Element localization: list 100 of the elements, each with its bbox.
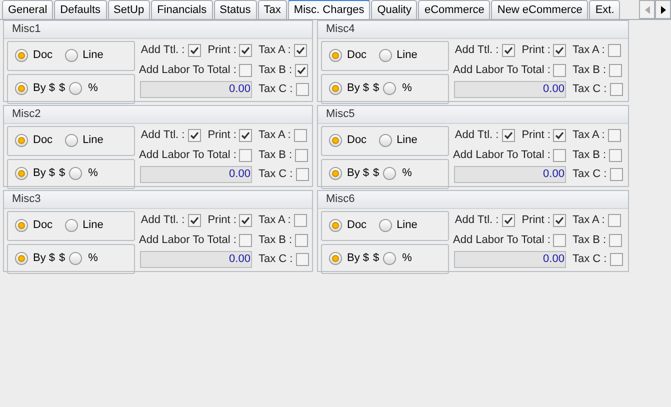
radio-label: % bbox=[88, 166, 98, 182]
checkbox[interactable] bbox=[239, 214, 252, 227]
panel-title: Misc2 bbox=[12, 107, 41, 122]
checkbox[interactable] bbox=[610, 83, 623, 96]
radio-label: By $ bbox=[347, 251, 370, 266]
radio-button[interactable] bbox=[15, 49, 28, 62]
radio-label: Doc bbox=[33, 48, 53, 64]
checkbox[interactable] bbox=[239, 64, 252, 76]
tab[interactable]: Quality bbox=[371, 0, 418, 19]
checkbox[interactable] bbox=[608, 214, 621, 227]
checkbox[interactable] bbox=[608, 44, 621, 57]
amount-field[interactable]: 0.00 bbox=[454, 81, 566, 98]
radio-button[interactable] bbox=[64, 134, 78, 147]
checkbox[interactable] bbox=[239, 148, 252, 162]
checkbox[interactable] bbox=[239, 234, 252, 246]
radio-button[interactable] bbox=[69, 167, 82, 180]
tab[interactable]: Defaults bbox=[54, 0, 106, 19]
checkbox[interactable] bbox=[502, 214, 515, 227]
checkbox[interactable] bbox=[609, 234, 622, 246]
amount-field[interactable]: 0.00 bbox=[140, 166, 252, 183]
radio-button[interactable] bbox=[15, 252, 28, 265]
checkbox[interactable] bbox=[553, 129, 566, 142]
amount-field[interactable]: 0.00 bbox=[140, 251, 252, 268]
tab[interactable]: Ext. bbox=[589, 0, 620, 19]
checkbox[interactable] bbox=[294, 214, 307, 227]
tax-label: Tax C : bbox=[258, 82, 293, 98]
radio-button[interactable] bbox=[15, 82, 28, 95]
checkbox[interactable] bbox=[608, 129, 621, 142]
radio-button[interactable] bbox=[15, 134, 28, 147]
tab[interactable]: Misc. Charges bbox=[288, 0, 370, 19]
print-label: Print : bbox=[522, 128, 550, 144]
checkbox[interactable] bbox=[296, 253, 309, 266]
scroll-right-button[interactable] bbox=[655, 0, 671, 19]
tab[interactable]: General bbox=[2, 0, 54, 19]
tab[interactable]: Financials bbox=[151, 0, 213, 19]
radio-button[interactable] bbox=[329, 134, 342, 147]
radio-button[interactable] bbox=[383, 167, 396, 180]
checkbox[interactable] bbox=[610, 168, 623, 181]
radio-button[interactable] bbox=[64, 219, 78, 232]
tab[interactable]: SetUp bbox=[108, 0, 150, 19]
checkbox[interactable] bbox=[239, 44, 252, 57]
radio-button[interactable] bbox=[329, 82, 342, 95]
radio-button[interactable] bbox=[69, 82, 82, 95]
radio-button[interactable] bbox=[383, 252, 396, 265]
tax-label: Tax B : bbox=[258, 148, 292, 163]
checkbox[interactable] bbox=[502, 44, 515, 57]
radio-button[interactable] bbox=[383, 82, 396, 95]
left-arrow-icon bbox=[644, 6, 650, 14]
tax-label: Tax B : bbox=[572, 232, 606, 248]
checkbox[interactable] bbox=[553, 148, 566, 162]
add-labor-label: Add Labor To Total : bbox=[453, 62, 550, 78]
amount-field[interactable]: 0.00 bbox=[140, 81, 252, 98]
checkbox[interactable] bbox=[296, 83, 309, 96]
checkbox[interactable] bbox=[295, 64, 308, 76]
radio-button[interactable] bbox=[378, 49, 392, 62]
currency-label: $ bbox=[59, 166, 66, 182]
checkbox[interactable] bbox=[188, 129, 201, 142]
radio-button[interactable] bbox=[64, 49, 78, 62]
checkbox[interactable] bbox=[296, 168, 309, 181]
checkbox[interactable] bbox=[609, 148, 622, 162]
checkbox[interactable] bbox=[502, 129, 515, 142]
radio-button[interactable] bbox=[378, 134, 392, 147]
tab[interactable]: eCommerce bbox=[418, 0, 490, 19]
print-label: Print : bbox=[522, 213, 550, 228]
checkbox[interactable] bbox=[295, 234, 308, 246]
checkbox[interactable] bbox=[553, 234, 566, 246]
checkbox[interactable] bbox=[295, 148, 308, 162]
tab[interactable]: Tax bbox=[258, 0, 287, 19]
checkbox[interactable] bbox=[188, 214, 201, 227]
amount-field[interactable]: 0.00 bbox=[454, 251, 566, 268]
checkbox[interactable] bbox=[553, 64, 566, 76]
currency-label: $ bbox=[373, 251, 380, 266]
radio-button[interactable] bbox=[15, 167, 28, 180]
tab[interactable]: New eCommerce bbox=[491, 0, 588, 19]
checkbox[interactable] bbox=[610, 253, 623, 266]
add-labor-label: Add Labor To Total : bbox=[453, 232, 550, 248]
radio-button[interactable] bbox=[329, 252, 342, 265]
tax-label: Tax A : bbox=[258, 213, 291, 228]
radio-button[interactable] bbox=[69, 252, 82, 265]
add-total-label: Add Ttl. : bbox=[454, 128, 499, 144]
checkbox[interactable] bbox=[294, 129, 307, 142]
add-labor-label: Add Labor To Total : bbox=[139, 232, 236, 248]
checkbox[interactable] bbox=[294, 44, 307, 57]
checkbox[interactable] bbox=[609, 64, 622, 76]
add-total-label: Add Ttl. : bbox=[454, 213, 499, 228]
radio-label: Doc bbox=[347, 48, 367, 64]
radio-button[interactable] bbox=[329, 49, 342, 62]
checkbox[interactable] bbox=[553, 44, 566, 57]
radio-button[interactable] bbox=[15, 219, 28, 232]
checkbox[interactable] bbox=[188, 44, 201, 57]
radio-label: By $ bbox=[33, 81, 56, 96]
tab[interactable]: Status bbox=[214, 0, 257, 19]
radio-label: % bbox=[402, 251, 412, 266]
radio-button[interactable] bbox=[329, 167, 342, 180]
checkbox[interactable] bbox=[239, 129, 252, 142]
checkbox[interactable] bbox=[553, 214, 566, 227]
amount-field[interactable]: 0.00 bbox=[454, 166, 566, 183]
tax-label: Tax C : bbox=[572, 167, 607, 182]
radio-button[interactable] bbox=[329, 219, 342, 232]
radio-button[interactable] bbox=[378, 219, 392, 232]
